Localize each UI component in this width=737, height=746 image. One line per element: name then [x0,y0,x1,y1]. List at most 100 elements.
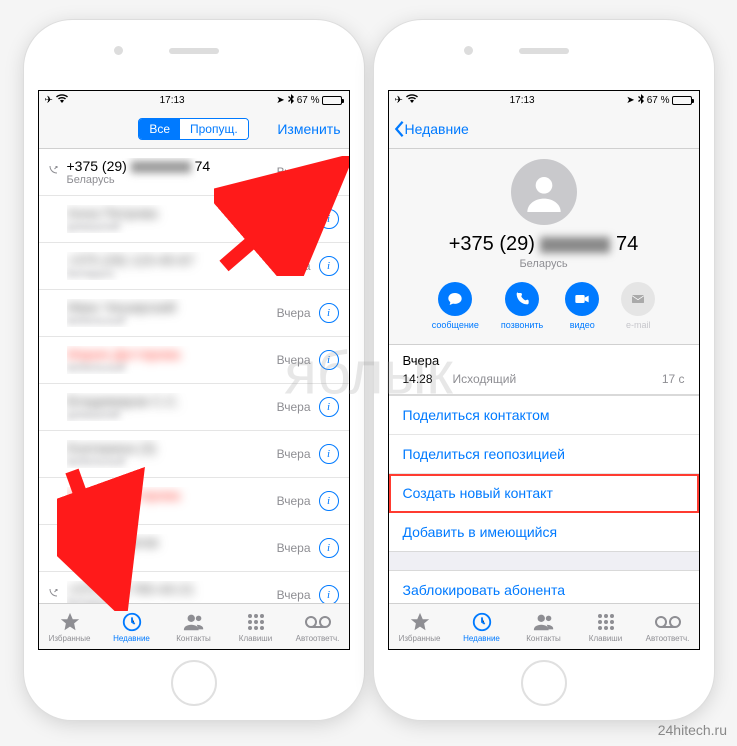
voicemail-icon [305,611,331,633]
row-time: Вчера [277,541,311,555]
row-subtitle: мобильный [67,362,277,374]
screen-contact-detail: ✈ 17:13 ➤ 67 % Недавние [388,90,700,650]
tab-keypad[interactable]: Клавиши [575,604,637,649]
action-email: e-mail [621,282,655,330]
contact-header: +375 (29) 74 Беларусь сообщение позвонит… [389,149,699,345]
message-icon [447,291,463,307]
row-time: Вчера [277,588,311,602]
contact-number: +375 (29) 74 [389,233,699,256]
battery-pct: 67 % [297,95,320,106]
keypad-icon [596,611,616,633]
row-time: Вчера [277,306,311,320]
status-bar: ✈ 17:13 ➤ 67 % [39,91,349,109]
action-call[interactable]: позвонить [501,282,543,330]
tab-recents[interactable]: Недавние [451,604,513,649]
home-button[interactable] [521,660,567,706]
status-time: 17:13 [160,95,185,106]
call-time: 14:28 [403,372,453,386]
segmented-control[interactable]: Все Пропущ. [138,118,248,140]
avatar [511,159,577,225]
status-time: 17:13 [510,95,535,106]
person-silhouette-icon [524,172,564,212]
watermark-bottom-right: 24hitech.ru [658,722,727,738]
battery-icon [322,96,342,105]
detail-list[interactable]: Вчера 14:28 Исходящий 17 с Поделиться ко… [389,345,699,603]
clock-icon [471,611,493,633]
status-bar: ✈ 17:13 ➤ 67 % [389,91,699,109]
star-icon [409,611,431,633]
chevron-left-icon [393,120,405,138]
arrow-annotation-tab [57,461,147,611]
video-icon [574,291,590,307]
back-button[interactable]: Недавние [393,120,469,138]
contact-country: Беларусь [389,258,699,270]
action-message[interactable]: сообщение [432,282,479,330]
row-time: Вчера [277,447,311,461]
tab-bar: Избранные Недавние Контакты Клавиши Авто… [389,603,699,649]
row-subtitle: мобильный [67,315,277,327]
location-icon: ➤ [276,95,284,106]
info-icon[interactable]: i [319,303,339,323]
phone-icon [514,291,530,307]
row-time: Вчера [277,494,311,508]
wifi-icon [406,94,418,106]
wifi-icon [56,94,68,106]
info-icon[interactable]: i [319,444,339,464]
actions-block: Поделиться контактом Поделиться геопозиц… [389,395,699,552]
tab-keypad[interactable]: Клавиши [225,604,287,649]
bluetooth-icon [288,94,294,107]
info-icon[interactable]: i [319,491,339,511]
row-time: Вчера [277,353,311,367]
recents-row[interactable]: Мария ДегтяревамобильныйВчераi [39,337,349,384]
call-duration: 17 с [662,372,685,386]
person-icon [183,611,205,633]
battery-pct: 67 % [647,95,670,106]
outgoing-call-icon [47,163,59,181]
row-subtitle: домашний [67,409,277,421]
row-title: Екатерина (3) [67,440,277,456]
clock-icon [121,611,143,633]
voicemail-icon [655,611,681,633]
block-caller-button[interactable]: Заблокировать абонента [389,571,699,603]
row-title: Иван Чеширский [67,299,277,315]
info-icon[interactable]: i [319,397,339,417]
recents-row[interactable]: Владимиров С.С.домашнийВчераi [39,384,349,431]
recents-row[interactable]: Иван ЧеширскиймобильныйВчераi [39,290,349,337]
seg-missed[interactable]: Пропущ. [180,119,248,139]
info-icon[interactable]: i [319,538,339,558]
home-button[interactable] [171,660,217,706]
battery-icon [672,96,692,105]
row-title: Мария Дегтярева [67,346,277,362]
share-location-button[interactable]: Поделиться геопозицией [389,435,699,474]
tab-contacts[interactable]: Контакты [163,604,225,649]
row-title: Владимиров С.С. [67,393,277,409]
nav-header: Все Пропущ. Изменить [39,109,349,149]
person-icon [533,611,555,633]
airplane-icon: ✈ [45,95,53,106]
action-row: сообщение позвонить видео e-mail [389,282,699,330]
seg-all[interactable]: Все [139,119,180,139]
tab-voicemail[interactable]: Автоответч. [637,604,699,649]
call-log-block: Вчера 14:28 Исходящий 17 с [389,345,699,395]
block-block: Заблокировать абонента [389,570,699,603]
share-contact-button[interactable]: Поделиться контактом [389,396,699,435]
tab-favorites[interactable]: Избранные [389,604,451,649]
mail-icon [630,291,646,307]
keypad-icon [246,611,266,633]
add-to-existing-button[interactable]: Добавить в имеющийся [389,513,699,551]
nav-header: Недавние [389,109,699,149]
info-icon[interactable]: i [319,585,339,603]
row-time: Вчера [277,400,311,414]
screen-recents: ✈ 17:13 ➤ 67 % Все Пропущ. Изменить [38,90,350,650]
bluetooth-icon [638,94,644,107]
info-icon[interactable]: i [319,350,339,370]
tab-voicemail[interactable]: Автоответч. [287,604,349,649]
action-video[interactable]: видео [565,282,599,330]
star-icon [59,611,81,633]
airplane-icon: ✈ [395,95,403,106]
edit-button[interactable]: Изменить [277,121,340,137]
call-type: Исходящий [453,372,662,386]
create-new-contact-button[interactable]: Создать новый контакт [389,474,699,513]
phone-left: ✈ 17:13 ➤ 67 % Все Пропущ. Изменить [24,20,364,720]
tab-contacts[interactable]: Контакты [513,604,575,649]
